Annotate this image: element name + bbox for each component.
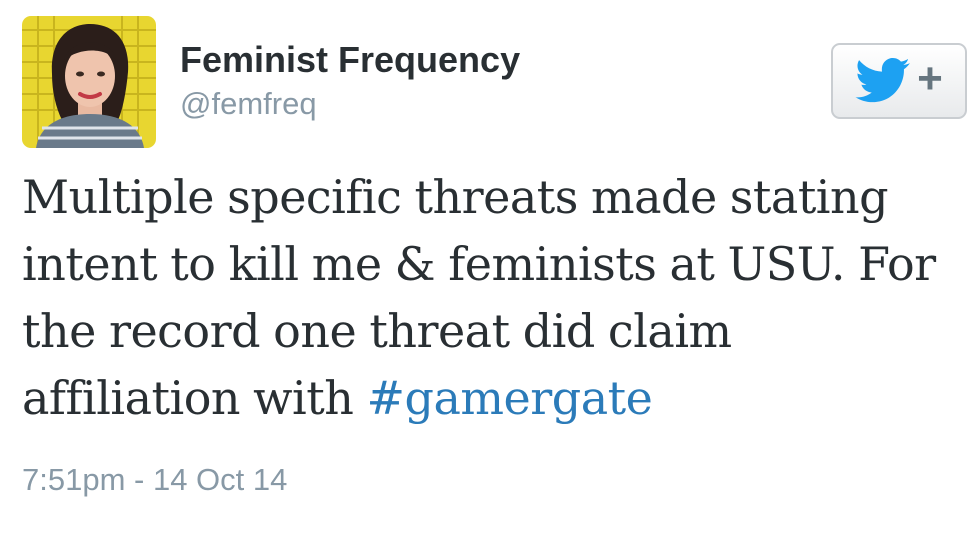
user-handle[interactable]: @femfreq — [180, 84, 317, 124]
avatar[interactable] — [22, 16, 156, 148]
tweet-text-line: the record one threat did claim — [22, 304, 732, 358]
tweet-text-line: Multiple specific threats made stating — [22, 170, 889, 224]
tweet-text-line: intent to kill me & feminists at USU. Fo… — [22, 237, 936, 291]
hashtag-link[interactable]: #gamergate — [367, 371, 653, 425]
tweet-text-line-last: affiliation with #gamergate — [22, 365, 972, 432]
tweet-text: Multiple specific threats made stating i… — [22, 164, 972, 432]
follow-button[interactable]: + — [831, 43, 967, 119]
twitter-bird-icon — [855, 58, 910, 103]
embedded-tweet: Feminist Frequency @femfreq + Multiple s… — [0, 0, 978, 543]
follow-plus-icon: + — [917, 54, 943, 103]
display-name[interactable]: Feminist Frequency — [180, 38, 520, 82]
tweet-timestamp[interactable]: 7:51pm - 14 Oct 14 — [22, 460, 287, 500]
tweet-text-segment: affiliation with — [22, 371, 367, 425]
avatar-image — [22, 16, 156, 148]
